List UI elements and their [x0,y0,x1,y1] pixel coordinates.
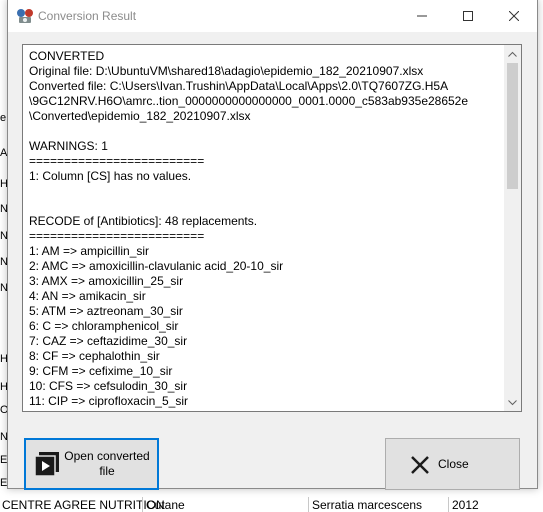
minimize-icon [417,15,427,16]
maximize-icon [463,10,473,21]
background-table-row: CENTRE AGREE NUTRITION Cutane Serratia m… [0,497,543,512]
scroll-down-button[interactable] [504,394,521,411]
open-file-icon [34,452,59,477]
conversion-result-dialog: Conversion Result CONVERTED Original fil… [7,0,538,490]
background-cell-lab: CENTRE AGREE NUTRITION [2,498,165,512]
chevron-down-icon [508,399,517,405]
window-title: Conversion Result [38,9,137,23]
app-logo-icon [17,9,33,23]
column-separator [142,497,143,512]
open-converted-file-button[interactable]: Open converted file [24,438,159,490]
result-textbox[interactable]: CONVERTED Original file: D:\UbuntuVM\sha… [22,44,522,412]
background-cell-specimen: Cutane [146,498,185,512]
column-separator [308,497,309,512]
open-converted-label-line1: Open converted [64,449,150,463]
background-cell-organism: Serratia marcescens [312,498,423,512]
scroll-up-button[interactable] [504,45,521,62]
close-button-label: Close [438,457,469,471]
chevron-up-icon [508,51,517,57]
minimize-button[interactable] [399,0,445,31]
open-converted-label-line2: file [99,464,115,478]
window-close-button[interactable] [491,0,537,31]
close-icon [509,10,519,21]
result-text: CONVERTED Original file: D:\UbuntuVM\sha… [29,49,469,411]
title-bar[interactable]: Conversion Result [8,0,537,32]
scroll-thumb[interactable] [507,63,518,189]
background-cell-year: 2012 [452,498,479,512]
close-button[interactable]: Close [385,438,520,490]
maximize-button[interactable] [445,0,491,31]
vertical-scrollbar[interactable] [504,45,521,411]
close-x-icon [411,456,429,474]
column-separator [448,497,449,512]
